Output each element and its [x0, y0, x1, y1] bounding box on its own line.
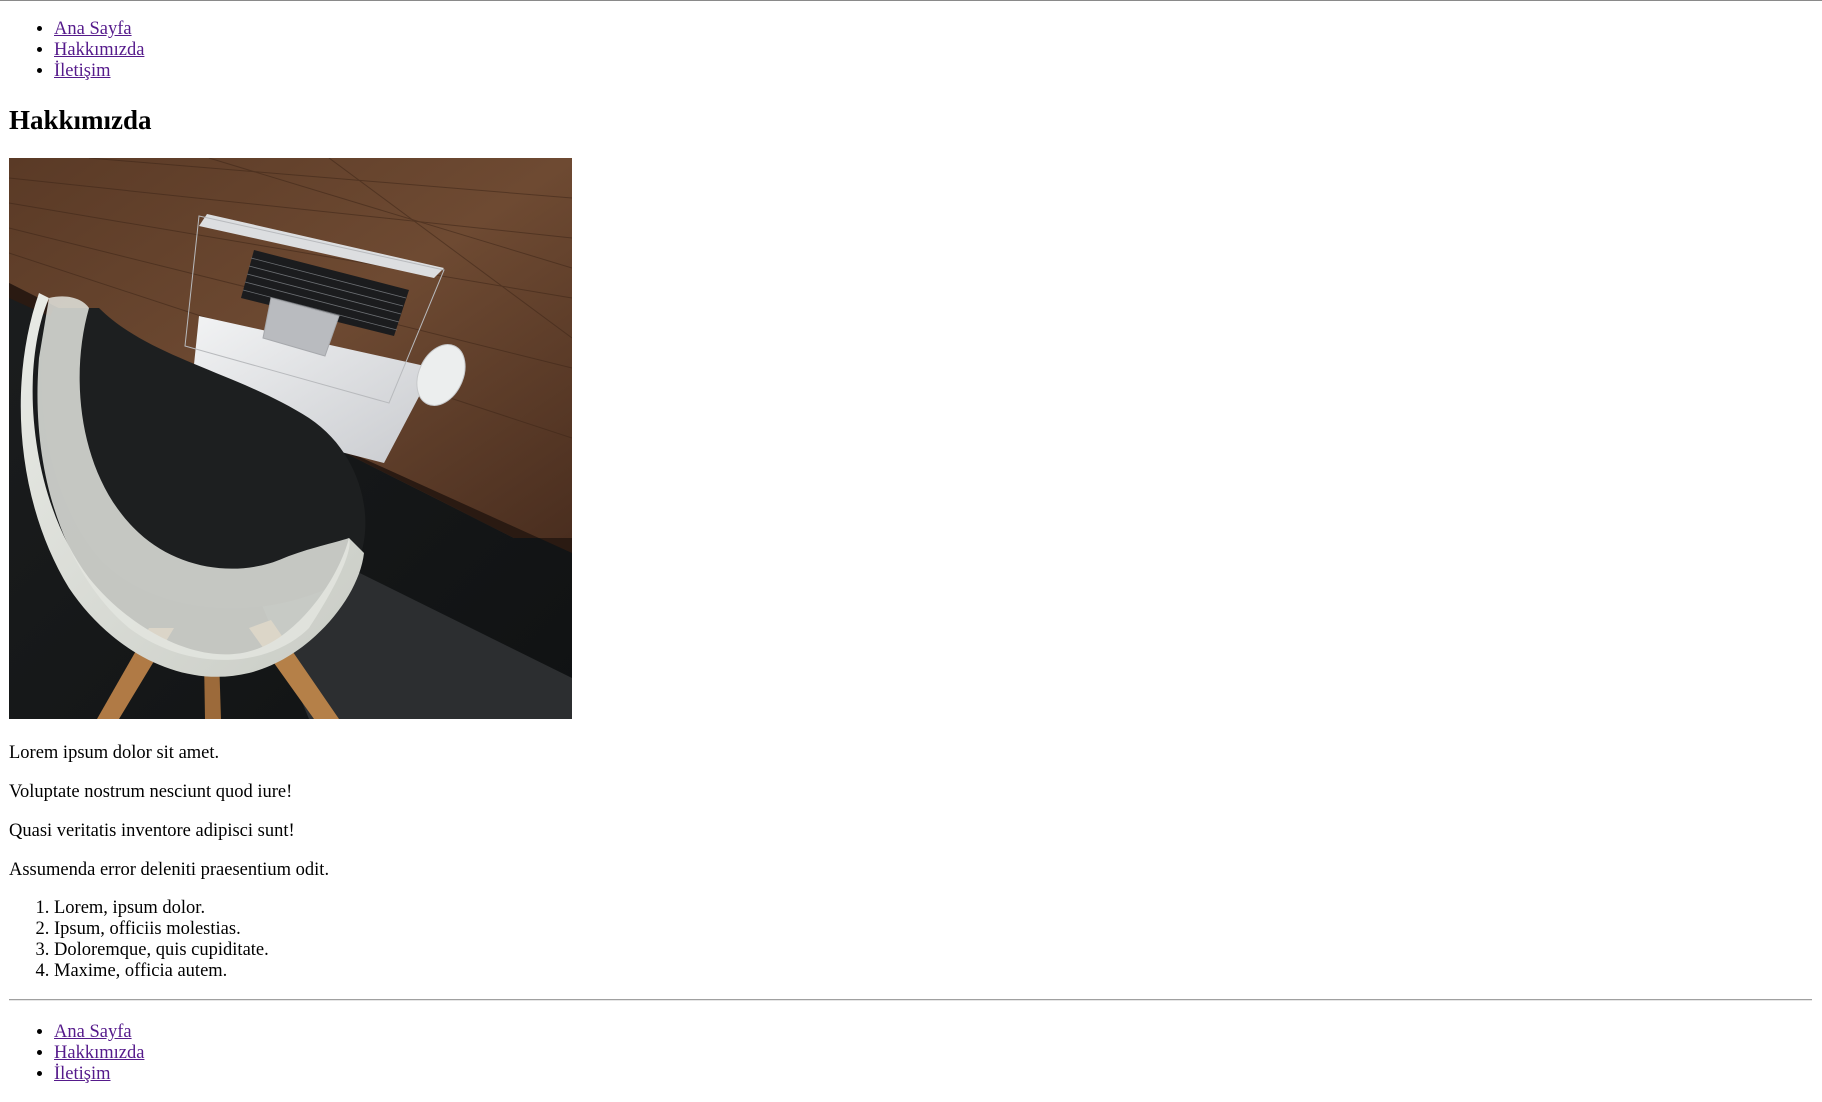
ordered-list: Lorem, ipsum dolor. Ipsum, officiis mole…: [0, 898, 269, 982]
bottom-nav-link-home[interactable]: Ana Sayfa: [54, 1022, 132, 1042]
top-nav-link-home[interactable]: Ana Sayfa: [54, 19, 132, 39]
top-divider: [0, 0, 1822, 1]
top-nav-item-contact: İletişim: [54, 61, 144, 82]
top-nav-link-about[interactable]: Hakkımızda: [54, 40, 144, 60]
list-item: Ipsum, officiis molestias.: [54, 919, 269, 940]
bottom-nav-item-home: Ana Sayfa: [54, 1022, 144, 1043]
page-title: Hakkımızda: [9, 105, 152, 135]
list-item: Lorem, ipsum dolor.: [54, 898, 269, 919]
list-item: Doloremque, quis cupiditate.: [54, 940, 269, 961]
top-nav: Ana Sayfa Hakkımızda İletişim: [0, 19, 144, 82]
top-nav-link-contact[interactable]: İletişim: [54, 61, 111, 81]
top-nav-item-home: Ana Sayfa: [54, 19, 144, 40]
paragraph-3: Quasi veritatis inventore adipisci sunt!: [9, 821, 295, 841]
list-item: Maxime, officia autem.: [54, 961, 269, 982]
bottom-nav-item-about: Hakkımızda: [54, 1043, 144, 1064]
top-nav-item-about: Hakkımızda: [54, 40, 144, 61]
paragraph-1: Lorem ipsum dolor sit amet.: [9, 743, 220, 763]
bottom-nav-link-about[interactable]: Hakkımızda: [54, 1043, 144, 1063]
desk-laptop-chair-photo: [9, 158, 572, 719]
paragraph-2: Voluptate nostrum nesciunt quod iure!: [9, 782, 293, 802]
bottom-nav-item-contact: İletişim: [54, 1064, 144, 1085]
bottom-nav-link-contact[interactable]: İletişim: [54, 1064, 111, 1084]
horizontal-rule: [9, 999, 1812, 1001]
paragraph-4: Assumenda error deleniti praesentium odi…: [9, 860, 330, 880]
bottom-nav: Ana Sayfa Hakkımızda İletişim: [0, 1022, 144, 1085]
